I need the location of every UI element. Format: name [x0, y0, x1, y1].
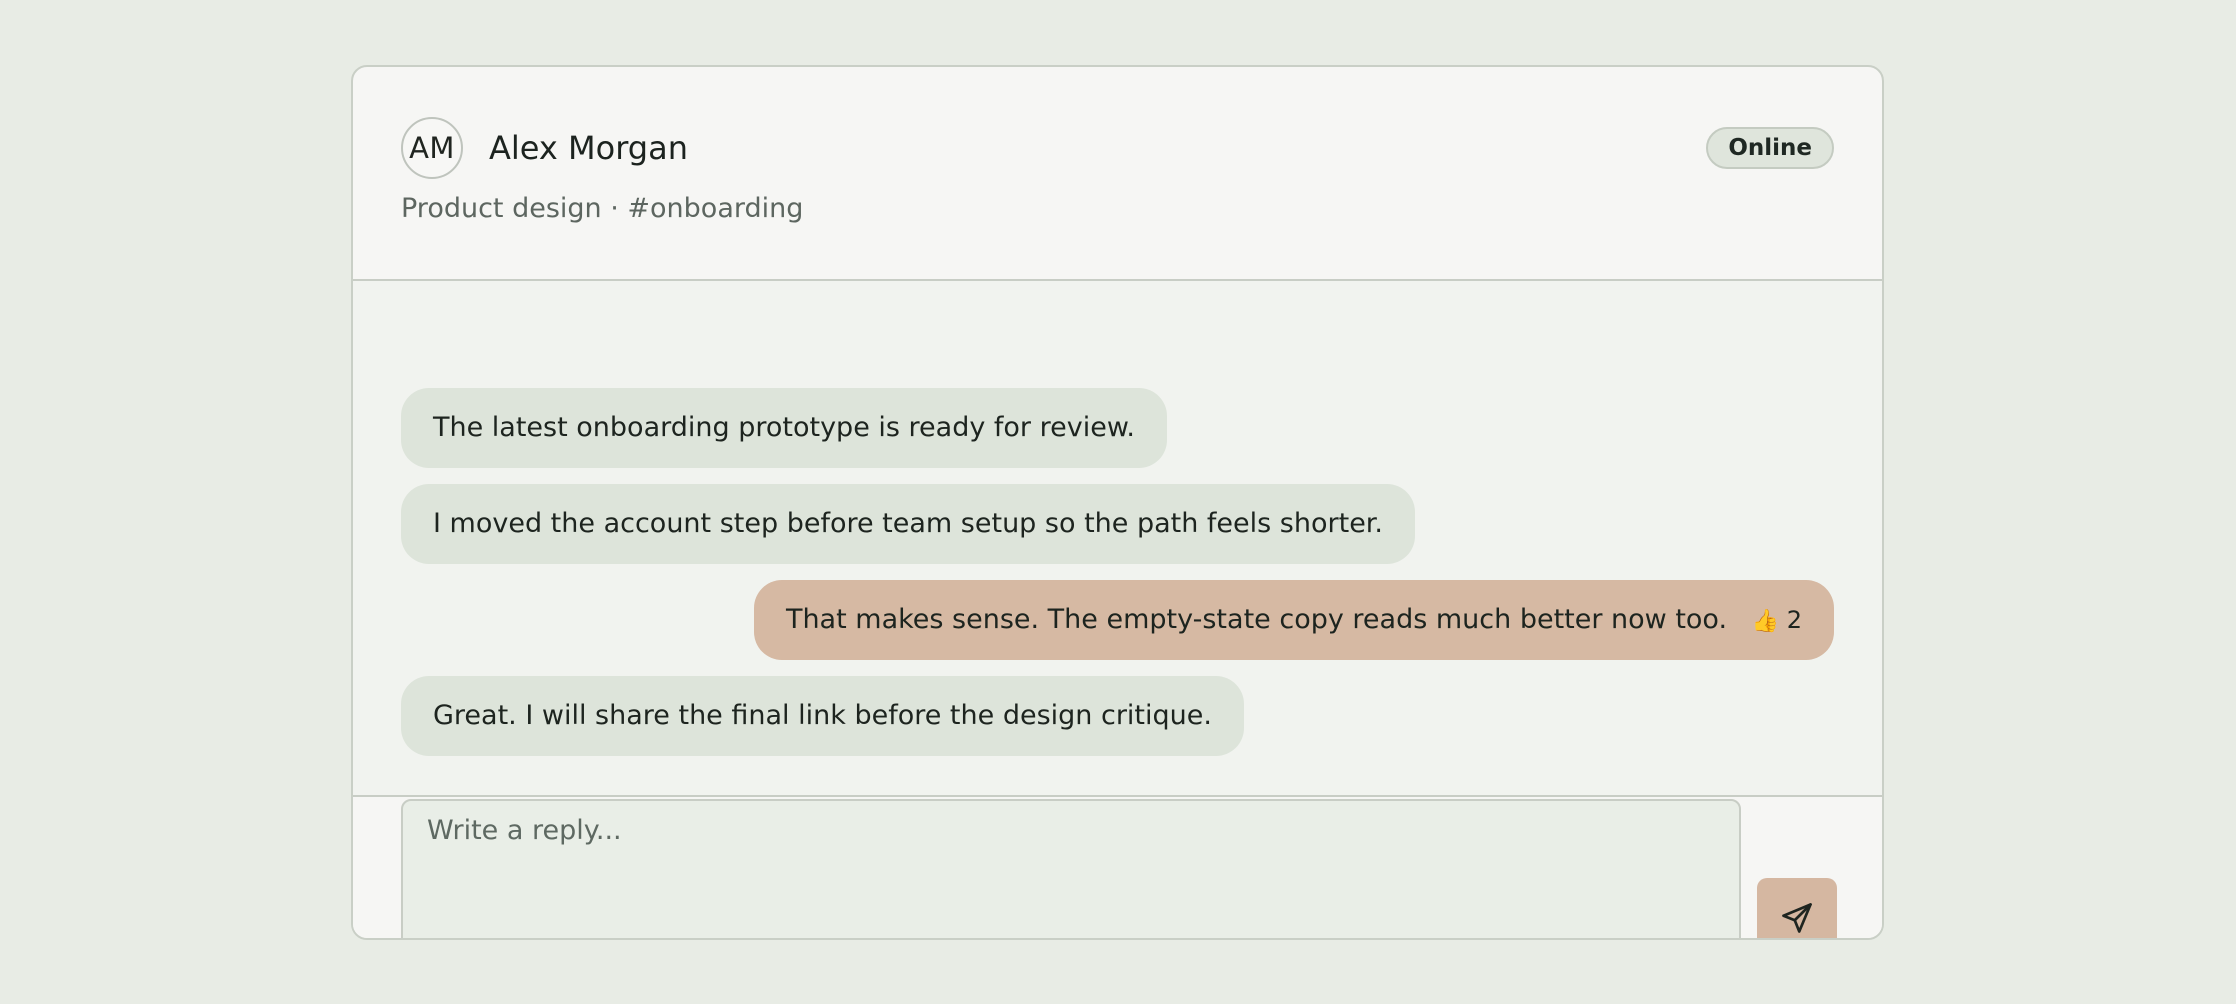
chat-header: AM Alex Morgan Product design · #onboard…	[353, 67, 1882, 281]
message-text: Great. I will share the final link befor…	[433, 700, 1212, 731]
send-icon	[1782, 903, 1812, 933]
message-bubble: That makes sense. The empty-state copy r…	[753, 580, 1834, 662]
message-bubble: Great. I will share the final link befor…	[401, 676, 1244, 756]
message-bubble: I moved the account step before team set…	[401, 484, 1416, 564]
message-list: The latest onboarding prototype is ready…	[353, 281, 1882, 797]
message-bubble: The latest onboarding prototype is ready…	[401, 388, 1167, 468]
contact-name: Alex Morgan	[489, 129, 688, 167]
avatar[interactable]: AM	[401, 117, 463, 179]
message-text: I moved the account step before team set…	[433, 508, 1384, 539]
message-text: The latest onboarding prototype is ready…	[433, 412, 1135, 443]
composer	[353, 797, 1882, 938]
message-text: That makes sense. The empty-state copy r…	[785, 604, 1728, 635]
chat-card: AM Alex Morgan Product design · #onboard…	[351, 65, 1884, 940]
reaction-count: 2	[1786, 606, 1802, 634]
send-button[interactable]	[1757, 878, 1837, 938]
status-badge: Online	[1706, 127, 1834, 169]
reaction-badge[interactable]: 👍 2	[1752, 580, 1802, 662]
contact-meta: Product design · #onboarding	[401, 193, 804, 224]
thumbs-up-icon: 👍	[1751, 609, 1780, 634]
reply-input[interactable]	[401, 799, 1741, 938]
